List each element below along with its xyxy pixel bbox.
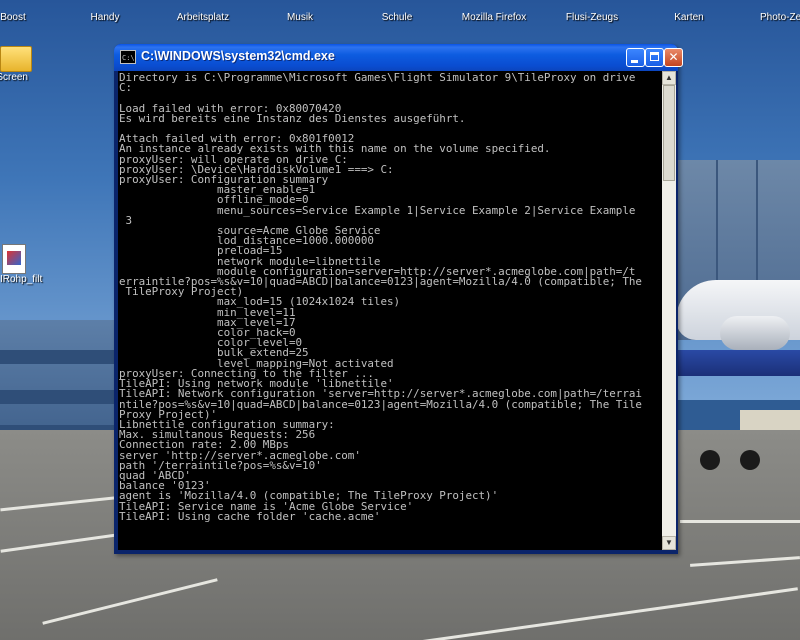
cmd-window[interactable]: C:\ C:\WINDOWS\system32\cmd.exe ✕ Direct… [114, 44, 683, 554]
folder-icon [761, 0, 789, 12]
maximize-button[interactable] [645, 48, 664, 67]
desktop-icon-label: Musik [286, 12, 314, 23]
minimize-icon [631, 60, 638, 63]
scrollbar-thumb[interactable] [663, 85, 675, 181]
folder-icon [0, 46, 32, 72]
desktop-icon-boost[interactable]: Boost [0, 0, 48, 23]
close-button[interactable]: ✕ [664, 48, 683, 67]
maximize-icon [650, 52, 659, 61]
desktop-icon-label: Karten [674, 12, 704, 23]
firefox-icon [480, 0, 508, 12]
console-text: Directory is C:\Programme\Microsoft Game… [119, 71, 642, 523]
desktop-icon-arbeitsplatz[interactable]: Arbeitsplatz [168, 0, 238, 23]
desktop-icon-label: Arbeitsplatz [176, 12, 230, 23]
cmd-app-icon[interactable]: C:\ [120, 50, 136, 64]
desktop-icon-flusi-zeugs[interactable]: Flusi-Zeugs [557, 0, 627, 23]
computer-icon [189, 0, 217, 12]
folder-icon [578, 0, 606, 12]
window-title: C:\WINDOWS\system32\cmd.exe [141, 49, 335, 63]
desktop-icon-musik[interactable]: Musik [265, 0, 335, 23]
tarmac-line [680, 520, 800, 523]
scroll-up-button[interactable]: ▲ [662, 71, 676, 85]
console-output[interactable]: Directory is C:\Programme\Microsoft Game… [118, 71, 662, 550]
desktop-icon-label: Photo-Ze [760, 12, 800, 23]
desktop-icon-screen[interactable]: Screen [0, 46, 42, 83]
desktop-icon-handy[interactable]: Handy [70, 0, 140, 23]
desktop-icon-label: Screen [0, 72, 28, 83]
scroll-down-button[interactable]: ▼ [662, 536, 676, 550]
document-icon [2, 244, 26, 274]
airplane-engine [720, 316, 790, 350]
folder-icon [675, 0, 703, 12]
desktop-icon-label: Schule [381, 12, 413, 23]
desktop-icon-label: Boost [0, 12, 26, 23]
desktop-icon-mozilla-firefox[interactable]: Mozilla Firefox [459, 0, 529, 23]
desktop-icon-irohp[interactable]: IRohp_filt [0, 244, 50, 285]
window-titlebar[interactable]: C:\ C:\WINDOWS\system32\cmd.exe ✕ [114, 44, 683, 71]
folder-icon [0, 0, 27, 12]
desktop-icon-schule[interactable]: Schule [362, 0, 432, 23]
airplane-livery [676, 350, 800, 376]
folder-icon [286, 0, 314, 12]
desktop-icon-photo[interactable]: Photo-Ze [750, 0, 800, 23]
minimize-button[interactable] [626, 48, 645, 67]
desktop-icon-label: Flusi-Zeugs [565, 12, 619, 23]
scroll-down-icon: ▼ [665, 538, 673, 547]
landing-gear [700, 440, 768, 470]
folder-icon [383, 0, 411, 12]
folder-icon [91, 0, 119, 12]
desktop-icon-label: Handy [90, 12, 120, 23]
close-icon: ✕ [668, 50, 679, 64]
desktop-icon-label: Mozilla Firefox [461, 12, 527, 23]
desktop-icon-karten[interactable]: Karten [654, 0, 724, 23]
scroll-up-icon: ▲ [665, 73, 673, 82]
desktop-icon-label: IRohp_filt [0, 274, 43, 285]
vertical-scrollbar[interactable]: ▲ ▼ [662, 71, 676, 550]
